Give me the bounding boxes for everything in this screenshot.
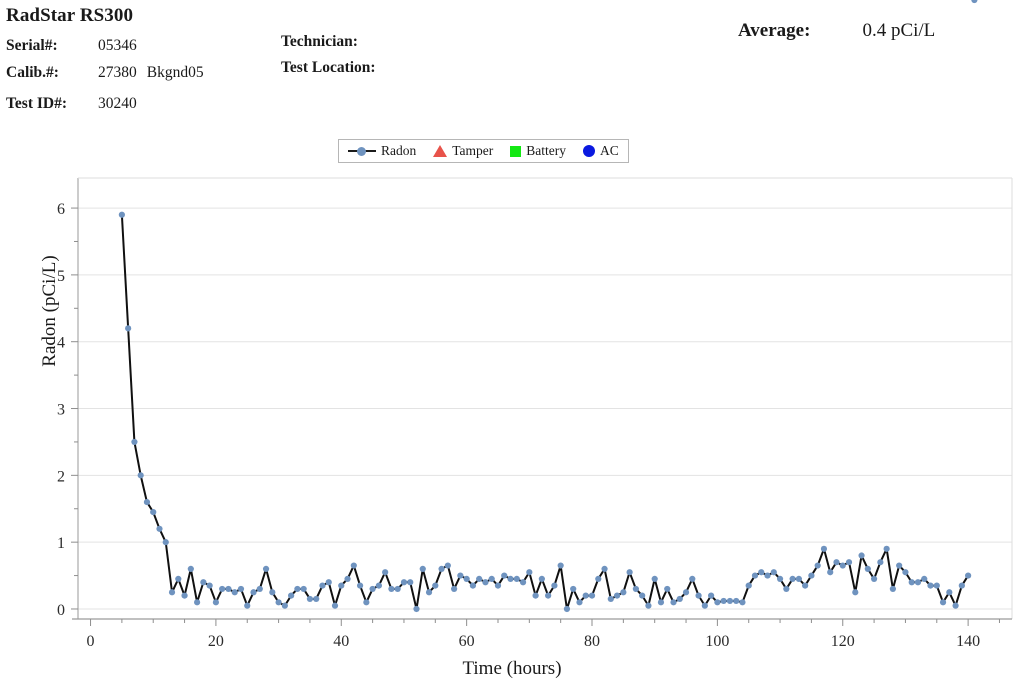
svg-text:1: 1	[57, 535, 65, 552]
svg-text:0: 0	[57, 602, 65, 619]
svg-text:80: 80	[584, 633, 600, 650]
svg-text:20: 20	[208, 633, 224, 650]
radon-markers	[118, 0, 978, 613]
radon-line	[120, 213, 970, 610]
x-axis-ticks	[90, 619, 1000, 626]
svg-text:0: 0	[87, 633, 95, 650]
radon-chart: 0 20 40 60 80 100 120 140 0123456 Radon (pCi/L)…	[0, 0, 1024, 696]
svg-text:60: 60	[459, 633, 475, 650]
svg-text:120: 120	[831, 633, 855, 650]
y-axis-ticks	[71, 207, 78, 610]
grid-lines	[78, 207, 1012, 610]
svg-text:40: 40	[333, 633, 349, 650]
y-axis-title: Radon (pCi/L)	[39, 255, 60, 367]
svg-text:100: 100	[705, 633, 729, 650]
svg-text:2: 2	[57, 468, 65, 485]
x-tick-labels: 0 20 40 60 80 100 120 140	[87, 633, 981, 650]
svg-text:140: 140	[956, 633, 980, 650]
plot-canvas: 0 20 40 60 80 100 120 140 0123456	[57, 0, 1013, 650]
x-axis-title: Time (hours)	[462, 658, 562, 679]
plot-frame	[72, 177, 1013, 620]
